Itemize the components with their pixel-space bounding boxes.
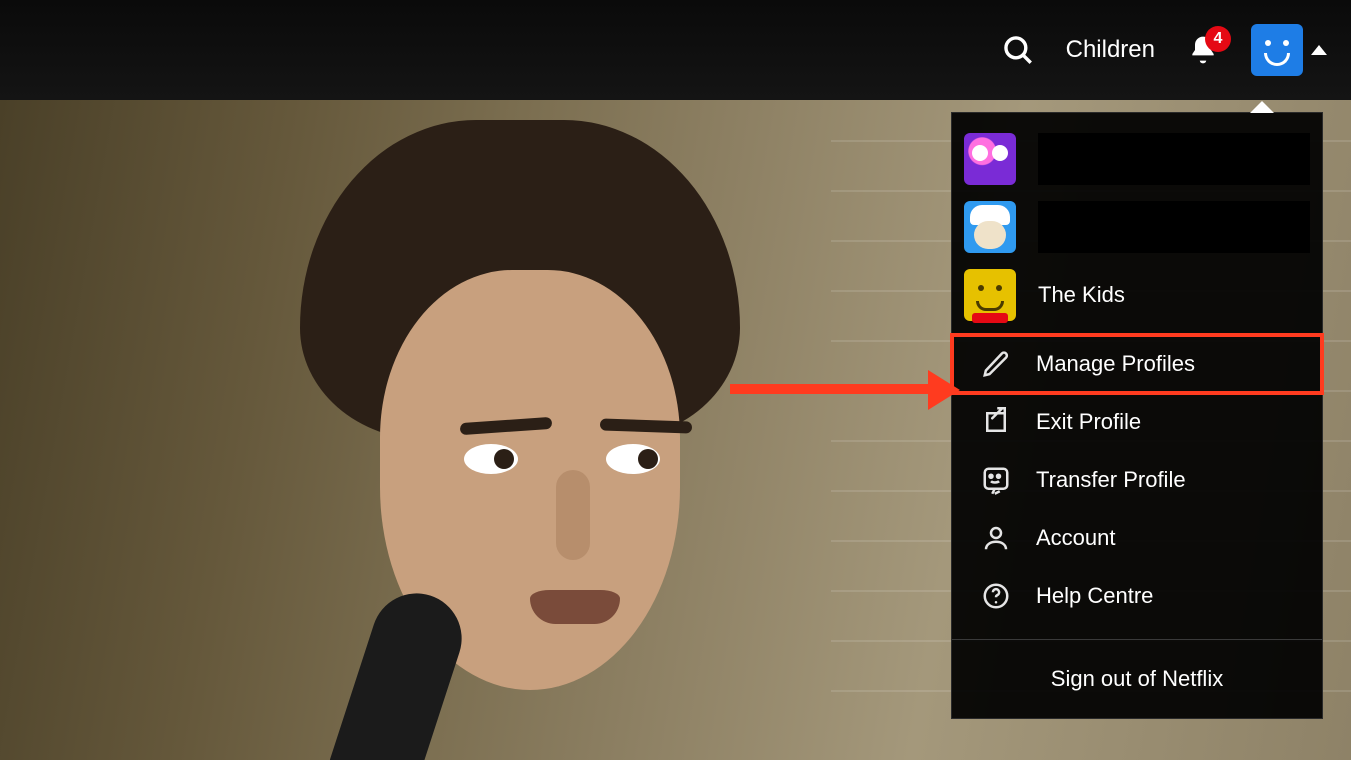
current-profile-avatar bbox=[1251, 24, 1303, 76]
notifications-button[interactable]: 4 bbox=[1183, 30, 1223, 70]
search-icon bbox=[1001, 33, 1035, 67]
profile-menu-trigger[interactable] bbox=[1251, 24, 1327, 76]
profile-item-1[interactable] bbox=[964, 131, 1310, 187]
profile-avatar-sheep bbox=[964, 201, 1016, 253]
help-centre-item[interactable]: Help Centre bbox=[952, 567, 1322, 625]
menu-divider bbox=[952, 639, 1322, 640]
transfer-profile-item[interactable]: Transfer Profile bbox=[952, 451, 1322, 509]
account-item[interactable]: Account bbox=[952, 509, 1322, 567]
caret-up-icon bbox=[1311, 45, 1327, 55]
transfer-profile-label: Transfer Profile bbox=[1036, 467, 1186, 493]
profile-item-2[interactable] bbox=[964, 199, 1310, 255]
profile-name: The Kids bbox=[1038, 282, 1125, 308]
account-label: Account bbox=[1036, 525, 1116, 551]
children-link[interactable]: Children bbox=[1066, 36, 1155, 64]
transfer-icon bbox=[978, 462, 1014, 498]
profile-dropdown: The Kids Manage Profiles Exit Profile bbox=[951, 112, 1323, 719]
search-button[interactable] bbox=[998, 30, 1038, 70]
profile-actions: Manage Profiles Exit Profile Transfer Pr… bbox=[952, 331, 1322, 635]
sign-out-item[interactable]: Sign out of Netflix bbox=[952, 644, 1322, 718]
manage-profiles-item[interactable]: Manage Profiles bbox=[952, 335, 1322, 393]
help-centre-label: Help Centre bbox=[1036, 583, 1153, 609]
person-icon bbox=[978, 520, 1014, 556]
exit-profile-item[interactable]: Exit Profile bbox=[952, 393, 1322, 451]
exit-profile-label: Exit Profile bbox=[1036, 409, 1141, 435]
profile-name-redacted bbox=[1038, 201, 1310, 253]
profile-name-redacted bbox=[1038, 133, 1310, 185]
profile-item-kids[interactable]: The Kids bbox=[964, 267, 1310, 323]
profile-list: The Kids bbox=[952, 113, 1322, 331]
help-icon bbox=[978, 578, 1014, 614]
person-on-phone bbox=[260, 120, 780, 760]
pencil-icon bbox=[978, 346, 1014, 382]
top-header: Children 4 bbox=[0, 0, 1351, 100]
profile-avatar-kids bbox=[964, 269, 1016, 321]
exit-icon bbox=[978, 404, 1014, 440]
profile-avatar-purple bbox=[964, 133, 1016, 185]
notification-badge: 4 bbox=[1205, 26, 1231, 52]
manage-profiles-label: Manage Profiles bbox=[1036, 351, 1195, 377]
